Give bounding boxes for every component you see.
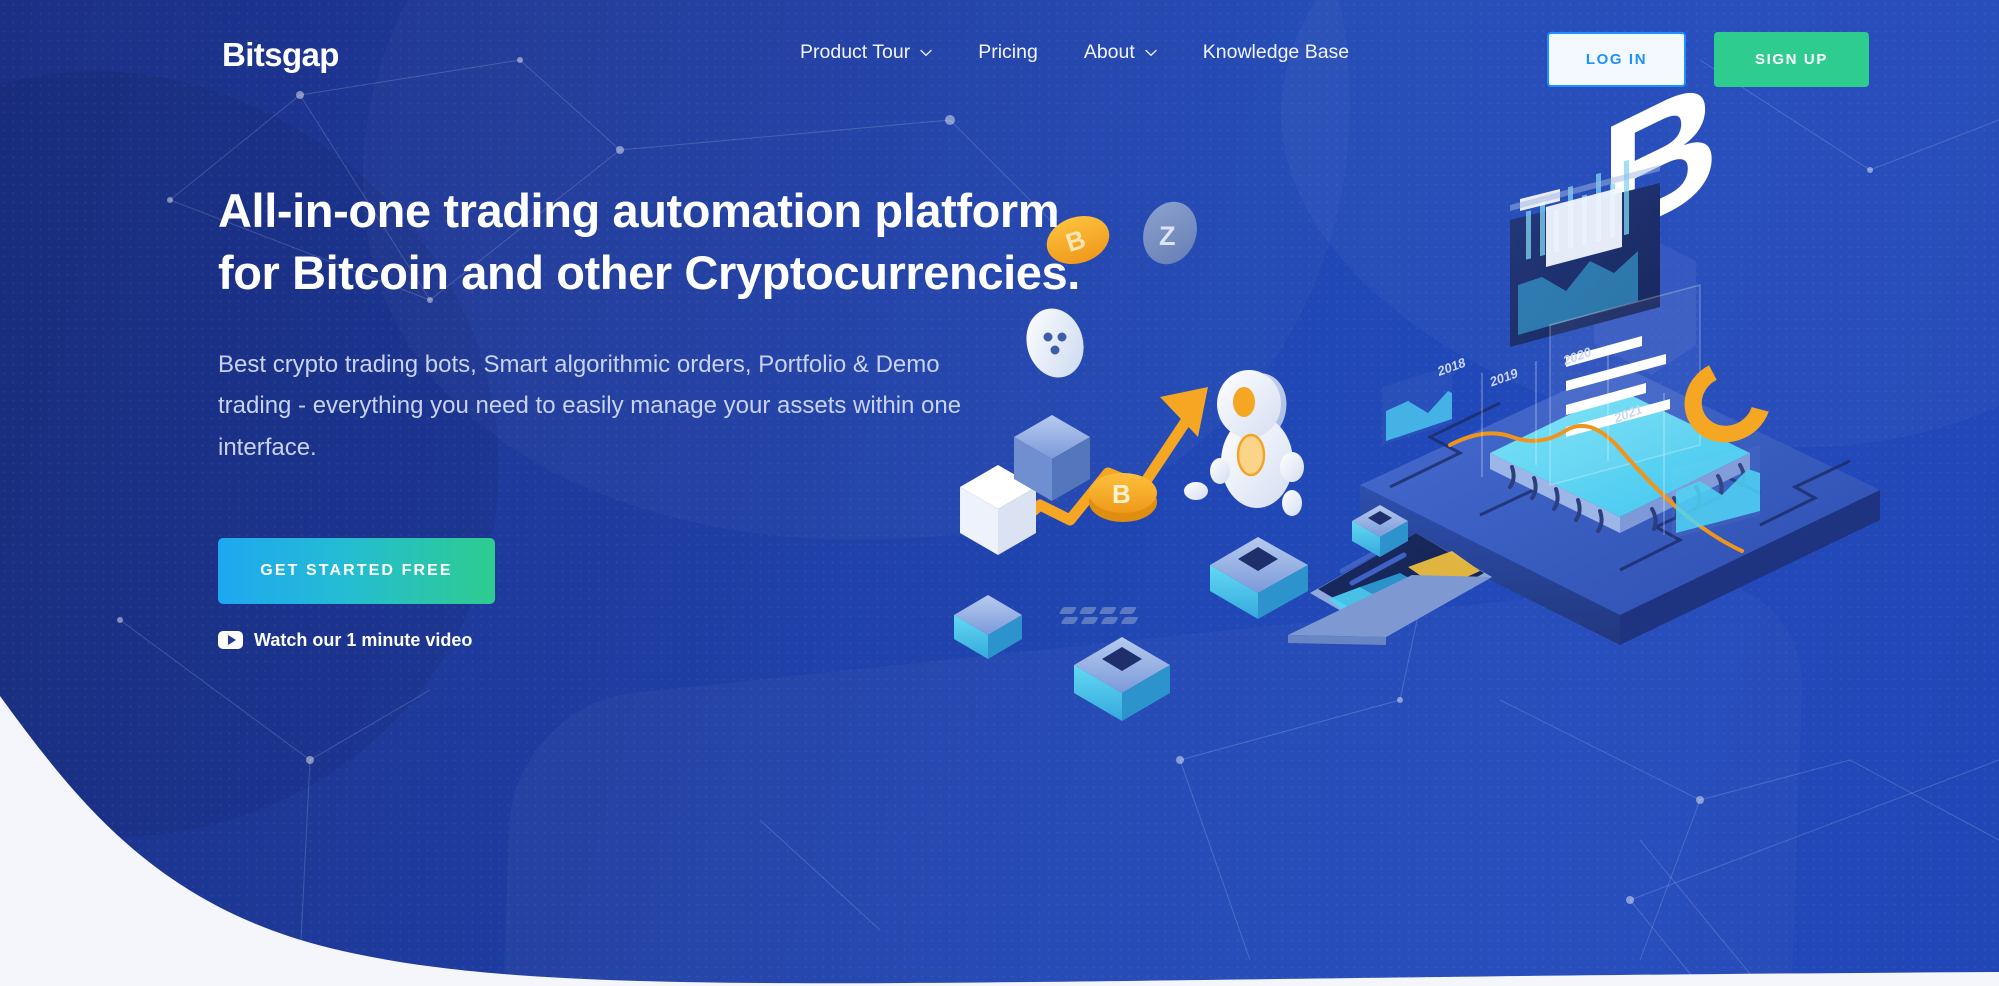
page-title: All-in-one trading automation platform f… (218, 180, 1138, 304)
signup-button[interactable]: SIGN UP (1714, 32, 1869, 87)
svg-text:Z: Z (1159, 221, 1176, 251)
watch-video-link[interactable]: Watch our 1 minute video (218, 630, 472, 651)
landing-page: Bitsgap Product Tour Pricing About Knowl… (0, 0, 1999, 986)
get-started-free-button[interactable]: GET STARTED FREE (218, 537, 495, 604)
nav-label: Product Tour (800, 41, 911, 63)
logo[interactable]: Bitsgap (222, 36, 339, 74)
nav-label: About (1083, 41, 1135, 63)
watch-video-label: Watch our 1 minute video (254, 629, 473, 650)
youtube-play-icon (218, 631, 243, 650)
nav-item-product-tour[interactable]: Product Tour (800, 41, 932, 63)
hero-section: All-in-one trading automation platform f… (218, 180, 1138, 651)
nav-item-knowledge-base[interactable]: Knowledge Base (1202, 41, 1350, 63)
site-header: Bitsgap Product Tour Pricing About Knowl… (0, 0, 1999, 96)
hero-subtitle: Best crypto trading bots, Smart algorith… (218, 351, 962, 461)
headline-line-1: All-in-one trading automation platform (218, 184, 1060, 237)
headline-line-2: for Bitcoin and other Cryptocurrencies. (218, 246, 1080, 300)
isometric-crypto-platform-illustration: B B Z ↡ (954, 38, 1880, 721)
hero-illustration: B B Z ↡ (954, 38, 1880, 735)
main-navigation: Product Tour Pricing About Knowledge Bas… (800, 41, 1350, 63)
zcash-coin: Z (1143, 201, 1197, 265)
nav-label: Pricing (978, 41, 1038, 63)
chart-year-label: 2019 (1489, 365, 1519, 390)
chevron-down-icon (920, 49, 932, 57)
nav-item-about[interactable]: About (1083, 41, 1157, 63)
chevron-down-icon (1145, 49, 1157, 57)
login-button[interactable]: LOG IN (1547, 32, 1686, 87)
nav-label: Knowledge Base (1202, 41, 1350, 63)
nav-item-pricing[interactable]: Pricing (978, 41, 1038, 63)
header-actions: LOG IN SIGN UP (1547, 32, 1869, 87)
